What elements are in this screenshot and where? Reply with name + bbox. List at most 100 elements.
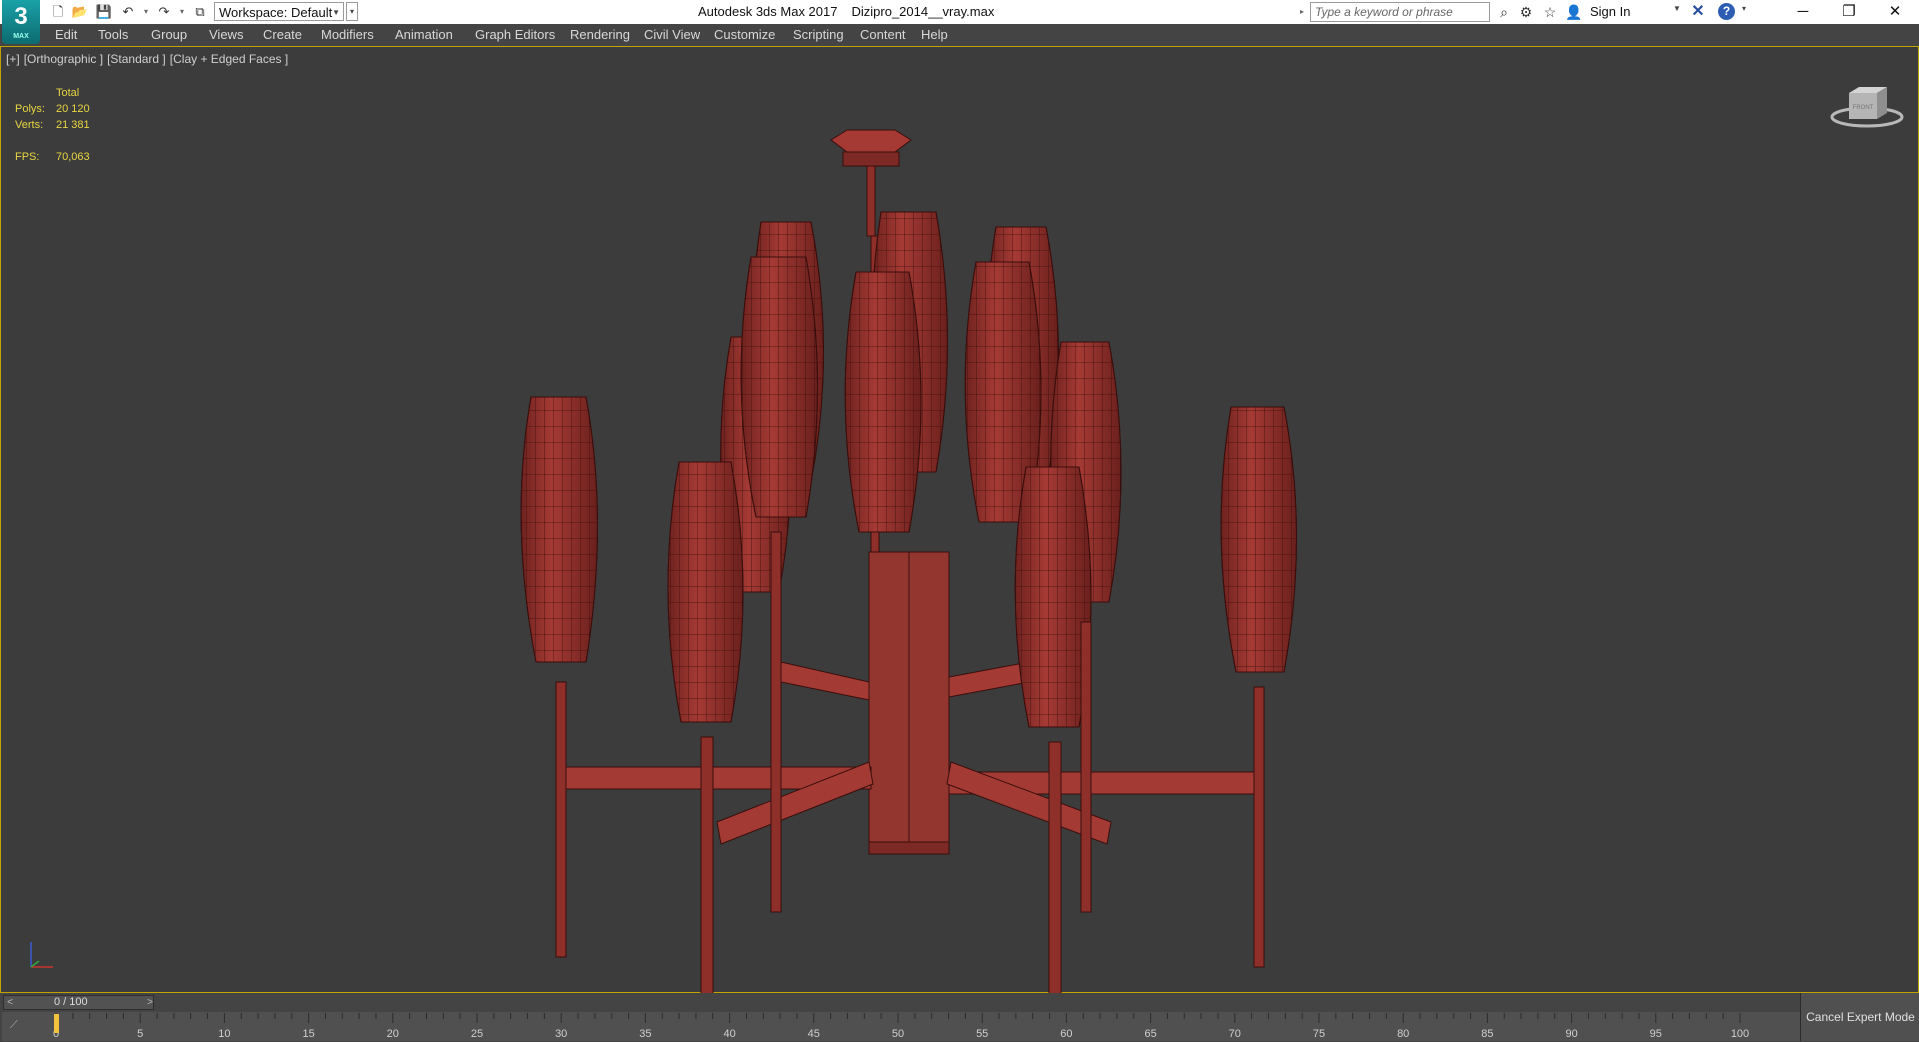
fps-value: 70,063 [56, 151, 90, 163]
save-file-icon[interactable]: 💾 [94, 2, 114, 22]
menu-civil-view[interactable]: Civil View [644, 27, 700, 42]
title-bar: 3 MAX 🗋 📂 💾 ↶ ▾ ↷ ▾ ⧉ Workspace: Default ▼… [0, 0, 1919, 44]
chandelier-model[interactable] [481, 122, 1341, 1042]
verts-value: 21 381 [56, 119, 90, 131]
time-bar: < 0 / 100 > ⟋ 0 5 10 15 20 25 30 35 40 45 50 55 60 65… [0, 993, 1919, 1041]
close-icon[interactable]: ✕ [1872, 0, 1918, 24]
menu-customize[interactable]: Customize [714, 27, 775, 42]
timeline-tick-label: 30 [555, 1028, 567, 1040]
binoculars-icon[interactable]: ⌕ [1494, 2, 1514, 22]
menu-graph-editors[interactable]: Graph Editors [475, 27, 555, 42]
time-slider[interactable]: < 0 / 100 > [3, 995, 154, 1010]
axis-tripod-icon [30, 942, 53, 968]
sign-in-dropdown-icon[interactable]: ▼ [1673, 4, 1681, 13]
time-slider-label: 0 / 100 [54, 996, 88, 1008]
menu-tools[interactable]: Tools [98, 27, 128, 42]
search-input[interactable]: Type a keyword or phrase [1310, 2, 1490, 22]
viewport-visual-style[interactable]: [Clay + Edged Faces ] [170, 52, 288, 66]
search-expand-icon[interactable]: ▸ [1300, 3, 1310, 21]
open-file-icon[interactable]: 📂 [70, 2, 90, 22]
help-dropdown-icon[interactable]: ▾ [1742, 4, 1746, 13]
menu-rendering[interactable]: Rendering [570, 27, 630, 42]
menu-group[interactable]: Group [151, 27, 187, 42]
menu-help[interactable]: Help [921, 27, 948, 42]
timeline-tick-label: 40 [723, 1028, 735, 1040]
subscription-icon[interactable]: ⚙ [1516, 2, 1536, 22]
project-folder-icon[interactable]: ⧉ [190, 2, 210, 22]
timeline-tick-label: 55 [976, 1028, 988, 1040]
menu-create[interactable]: Create [263, 27, 302, 42]
redo-icon[interactable]: ↷ [154, 2, 174, 22]
timeline-tick-label: 50 [892, 1028, 904, 1040]
shade-front-1 [740, 256, 818, 518]
menu-views[interactable]: Views [209, 27, 243, 42]
menu-scripting[interactable]: Scripting [793, 27, 844, 42]
restore-icon[interactable]: ❐ [1826, 0, 1872, 24]
timeline-tick-label: 80 [1397, 1028, 1409, 1040]
viewport-shading-standard[interactable]: [Standard ] [107, 52, 166, 66]
viewport-label[interactable]: [+] [Orthographic ] [Standard ] [Clay + Edg… [6, 52, 292, 66]
verts-label: Verts: [15, 119, 44, 131]
timeline-tick-label: 5 [137, 1028, 143, 1040]
sign-in-button[interactable]: Sign In [1590, 4, 1630, 19]
menu-edit[interactable]: Edit [55, 27, 77, 42]
timeline-tick-label: 45 [808, 1028, 820, 1040]
timeline-tick-label: 25 [471, 1028, 483, 1040]
shade-front-5 [1014, 466, 1092, 728]
new-file-icon[interactable]: 🗋 [48, 2, 68, 22]
file-name: Dizipro_2014__vray.max [851, 4, 995, 19]
menu-animation[interactable]: Animation [395, 27, 453, 42]
app-logo[interactable]: 3 MAX [2, 0, 40, 44]
user-icon[interactable]: 👤 [1564, 2, 1584, 22]
polys-label: Polys: [15, 103, 45, 115]
shade-front-4 [667, 461, 744, 723]
viewcube[interactable]: FRONT [1829, 83, 1905, 129]
chevron-left-icon[interactable]: < [4, 996, 16, 1009]
help-icon[interactable]: ? [1718, 3, 1735, 20]
undo-icon[interactable]: ↶ [118, 2, 138, 22]
timeline-tick-label: 35 [639, 1028, 651, 1040]
viewport[interactable]: [+] [Orthographic ] [Standard ] [Clay + Edg… [0, 46, 1919, 1033]
menu-content[interactable]: Content [860, 27, 906, 42]
favorites-star-icon[interactable]: ☆ [1540, 2, 1560, 22]
quick-access-customize-icon[interactable]: ▾ [346, 2, 358, 21]
current-frame-marker[interactable] [54, 1014, 59, 1033]
timeline-tick-label: 70 [1229, 1028, 1241, 1040]
chevron-down-icon: ▼ [332, 8, 340, 17]
shade-left [520, 396, 598, 663]
timeline-tick-label: 85 [1481, 1028, 1493, 1040]
window-title: Autodesk 3ds Max 2017 Dizipro_2014__vray.… [698, 4, 1008, 19]
timeline-tick-label: 15 [302, 1028, 314, 1040]
redo-dropdown-icon[interactable]: ▾ [177, 2, 187, 22]
timeline-tick-label: 20 [387, 1028, 399, 1040]
shade-front-2 [844, 271, 922, 533]
shade-right [1220, 406, 1297, 673]
chevron-right-icon[interactable]: > [144, 996, 156, 1009]
workspace-select[interactable]: Workspace: Default ▼ [214, 2, 344, 21]
menu-bar: Edit Tools Group Views Create Modifiers … [0, 24, 1919, 47]
app-name: Autodesk 3ds Max 2017 [698, 4, 838, 19]
menu-modifiers[interactable]: Modifiers [321, 27, 374, 42]
timeline-tick-label: 95 [1650, 1028, 1662, 1040]
logo-text: 3 [14, 3, 28, 30]
stats-header: Total [56, 87, 80, 99]
timeline-tick-label: 90 [1565, 1028, 1577, 1040]
fps-label: FPS: [15, 151, 40, 163]
minimize-icon[interactable]: ─ [1780, 0, 1826, 24]
cancel-expert-mode-button[interactable]: Cancel Expert Mode [1800, 993, 1919, 1041]
viewport-menu-plus[interactable]: [+] [6, 52, 20, 66]
logo-subtext: MAX [13, 33, 29, 40]
workspace-value: Workspace: Default [219, 5, 333, 20]
undo-dropdown-icon[interactable]: ▾ [141, 2, 151, 22]
timeline-tick-label: 75 [1313, 1028, 1325, 1040]
exchange-apps-icon[interactable]: ✕ [1688, 2, 1708, 22]
viewport-point-of-view[interactable]: [Orthographic ] [24, 52, 103, 66]
timeline-tick-label: 10 [218, 1028, 230, 1040]
timeline-tick-label: 65 [1144, 1028, 1156, 1040]
viewcube-face-label: FRONT [1853, 105, 1874, 111]
timeline-tick-label: 60 [1060, 1028, 1072, 1040]
timeline-ruler[interactable]: 0 5 10 15 20 25 30 35 40 45 50 55 60 65 70 75 80 85 90 95 10… [50, 1013, 1750, 1041]
mini-curve-editor-icon[interactable]: ⟋ [10, 1019, 18, 1032]
timeline-tick-label: 100 [1731, 1028, 1749, 1040]
polys-value: 20 120 [56, 103, 90, 115]
